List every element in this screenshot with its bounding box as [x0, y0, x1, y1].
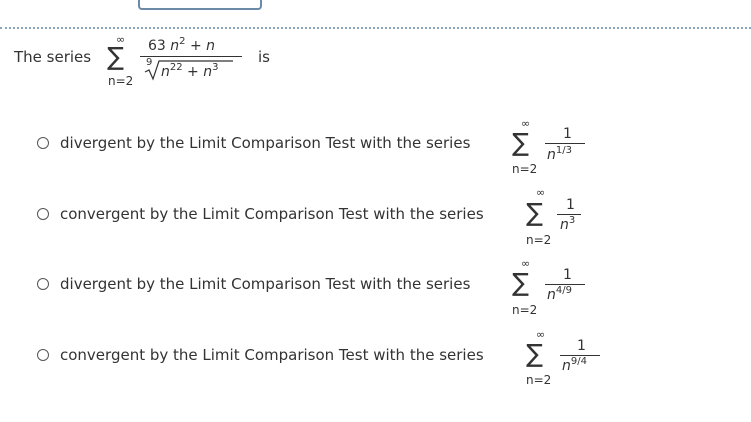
option-text: convergent by the Limit Comparison Test … [60, 346, 484, 364]
sum-lower-limit: n=2 [512, 162, 538, 176]
sigma-symbol: ∑ [512, 268, 529, 297]
option-denominator: n1/3 [547, 145, 572, 163]
answer-option[interactable]: divergent by the Limit Comparison Test w… [37, 133, 470, 153]
series-radicand: n22 + n3 [161, 62, 219, 80]
option-text: convergent by the Limit Comparison Test … [60, 205, 484, 223]
top-input-box[interactable] [138, 0, 262, 10]
question-suffix: is [258, 48, 270, 66]
option-denominator: n3 [560, 215, 576, 233]
answer-option[interactable]: divergent by the Limit Comparison Test w… [37, 274, 470, 294]
option-denominator: n4/9 [547, 285, 572, 303]
dotted-divider [0, 27, 751, 29]
sum-lower-limit: n=2 [512, 303, 538, 317]
option-numerator: 1 [577, 338, 586, 354]
sigma-symbol: ∑ [107, 42, 124, 71]
radio-button[interactable] [37, 208, 49, 220]
radio-button[interactable] [37, 278, 49, 290]
answer-option[interactable]: convergent by the Limit Comparison Test … [37, 345, 484, 365]
option-text: divergent by the Limit Comparison Test w… [60, 134, 471, 152]
sigma-symbol: ∑ [512, 128, 529, 157]
answer-option[interactable]: convergent by the Limit Comparison Test … [37, 204, 484, 224]
sum-lower-limit: n=2 [108, 74, 134, 88]
sum-lower-limit: n=2 [526, 233, 552, 247]
radio-button[interactable] [37, 349, 49, 361]
option-text: divergent by the Limit Comparison Test w… [60, 275, 471, 293]
fraction-bar [140, 56, 242, 57]
sigma-symbol: ∑ [526, 198, 543, 227]
option-numerator: 1 [566, 197, 575, 213]
radio-button[interactable] [37, 137, 49, 149]
option-numerator: 1 [563, 267, 572, 283]
fraction-bar [545, 143, 585, 144]
sum-lower-limit: n=2 [526, 373, 552, 387]
series-numerator: 63 n2 + n [148, 36, 216, 54]
option-numerator: 1 [563, 126, 572, 142]
question-prefix: The series [14, 48, 92, 66]
sigma-symbol: ∑ [526, 339, 543, 368]
option-denominator: n9/4 [562, 356, 587, 374]
